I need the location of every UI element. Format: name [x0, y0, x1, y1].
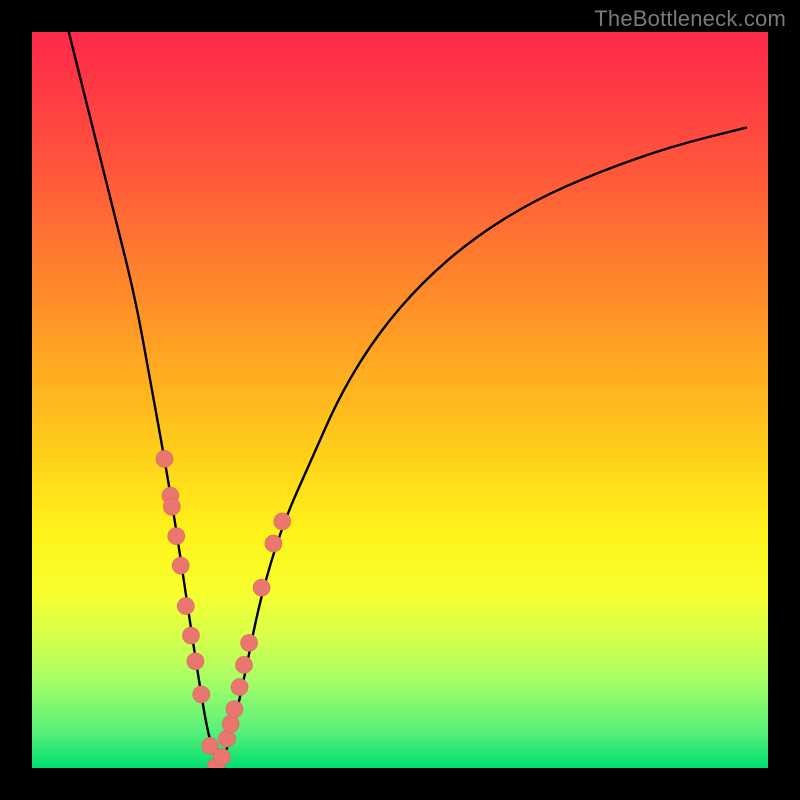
marker-dot: [182, 627, 199, 644]
marker-dot: [235, 656, 252, 673]
marker-dot: [156, 450, 173, 467]
marker-dot: [177, 598, 194, 615]
marker-dot: [265, 535, 282, 552]
bottleneck-curve: [69, 32, 746, 761]
marker-dot: [219, 730, 236, 747]
marker-dot: [213, 748, 230, 765]
chart-svg: [32, 32, 768, 768]
highlight-markers: [156, 450, 291, 768]
marker-dot: [187, 653, 204, 670]
plot-area: [32, 32, 768, 768]
marker-dot: [241, 634, 258, 651]
marker-dot: [226, 701, 243, 718]
marker-dot: [231, 679, 248, 696]
marker-dot: [168, 528, 185, 545]
marker-dot: [253, 579, 270, 596]
marker-dot: [274, 513, 291, 530]
marker-dot: [193, 686, 210, 703]
marker-dot: [163, 498, 180, 515]
marker-dot: [172, 557, 189, 574]
marker-dot: [222, 715, 239, 732]
chart-frame: TheBottleneck.com: [0, 0, 800, 800]
watermark-text: TheBottleneck.com: [594, 6, 786, 32]
